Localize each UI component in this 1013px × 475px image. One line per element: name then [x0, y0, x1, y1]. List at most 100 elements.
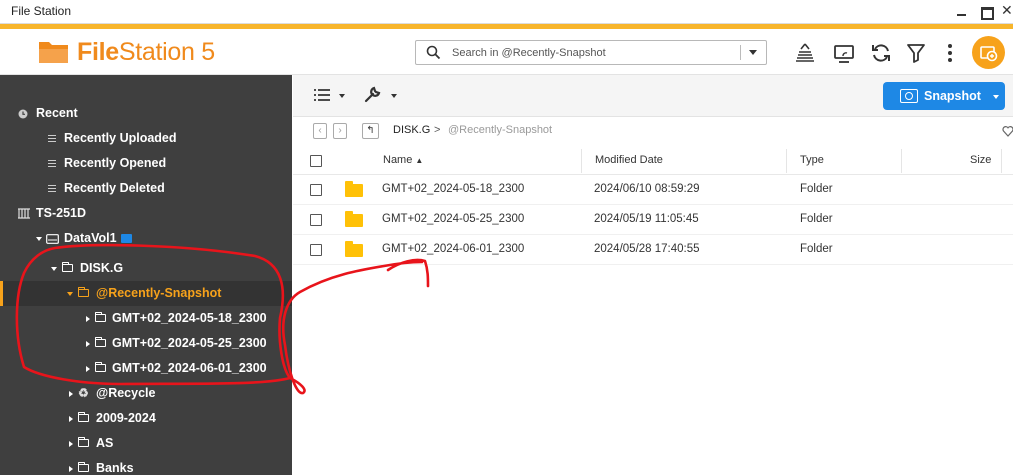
user-icon[interactable] [972, 36, 1005, 69]
row-modified: 2024/05/19 11:05:45 [594, 213, 699, 225]
collapsed-arrow-icon[interactable] [69, 441, 73, 447]
column-divider [786, 149, 787, 173]
row-name: GMT+02_2024-06-01_2300 [382, 243, 525, 255]
favorite-heart-icon[interactable] [1002, 125, 1013, 137]
tree-snapshot-2[interactable]: GMT+02_2024-05-25_2300 [0, 331, 292, 356]
parent-folder-button[interactable]: ↰ [362, 123, 379, 139]
table-row[interactable]: GMT+02_2024-05-25_2300 2024/05/19 11:05:… [293, 205, 1013, 235]
tree-recycle-label: @Recycle [96, 386, 156, 400]
search-input[interactable] [452, 45, 732, 61]
folder-icon [345, 211, 363, 227]
folder-tree-sidebar: Recent Recently Uploaded Recently Opened… [0, 75, 292, 475]
search-icon [426, 45, 441, 60]
collapsed-arrow-icon[interactable] [69, 391, 73, 397]
tree-folder-label: Banks [96, 461, 134, 475]
table-row[interactable]: GMT+02_2024-05-18_2300 2024/06/10 08:59:… [293, 175, 1013, 205]
breadcrumb-disk[interactable]: DISK.G [393, 124, 430, 136]
row-checkbox[interactable] [310, 184, 322, 196]
row-modified: 2024/06/10 08:59:29 [594, 183, 700, 195]
tree-recently-snapshot[interactable]: @Recently-Snapshot [0, 281, 292, 306]
forward-button[interactable]: › [333, 123, 347, 139]
media-streaming-icon[interactable] [832, 41, 856, 65]
window-titlebar: File Station [0, 0, 1013, 24]
row-name: GMT+02_2024-05-18_2300 [382, 183, 525, 195]
tree-recycle[interactable]: ♻ @Recycle [0, 381, 292, 406]
tree-folder-label: 2009-2024 [96, 411, 156, 425]
tree-folder-as[interactable]: AS [0, 431, 292, 456]
volume-status-icon [121, 234, 132, 243]
file-station-window: File Station FileStation 5 [0, 0, 1013, 475]
tree-device[interactable]: TS-251D [0, 201, 292, 226]
minimize-icon[interactable] [951, 2, 973, 22]
row-checkbox[interactable] [310, 244, 322, 256]
refresh-icon[interactable] [869, 41, 893, 65]
tools-button[interactable] [361, 85, 401, 107]
column-divider [901, 149, 902, 173]
search-options-chevron-icon[interactable] [749, 50, 757, 55]
expanded-arrow-icon[interactable] [51, 267, 57, 271]
collapsed-arrow-icon[interactable] [69, 466, 73, 472]
collapsed-arrow-icon[interactable] [86, 316, 90, 322]
tree-snapshot-3[interactable]: GMT+02_2024-06-01_2300 [0, 356, 292, 381]
snapshot-button-label: Snapshot [924, 89, 981, 103]
tree-volume-label: DataVol1 [64, 231, 117, 245]
tree-folder-label: AS [96, 436, 114, 450]
folder-icon [95, 337, 106, 347]
column-size-header[interactable]: Size [970, 154, 991, 166]
tree-folder-2009-2024[interactable]: 2009-2024 [0, 406, 292, 431]
main-toolbar: Snapshot [293, 75, 1013, 117]
breadcrumb-separator: > [434, 124, 441, 136]
tree-recent-label: Recent [36, 106, 78, 120]
table-row[interactable]: GMT+02_2024-06-01_2300 2024/05/28 17:40:… [293, 235, 1013, 265]
close-icon[interactable] [999, 2, 1013, 22]
tree-volume[interactable]: DataVol1 [0, 226, 292, 251]
column-type-header[interactable]: Type [800, 154, 824, 166]
snapshot-button[interactable]: Snapshot [883, 82, 1005, 110]
search-box[interactable] [415, 40, 767, 65]
tree-recently-uploaded[interactable]: Recently Uploaded [0, 126, 292, 151]
collapsed-arrow-icon[interactable] [86, 341, 90, 347]
list-icon [48, 185, 56, 192]
folder-icon [95, 312, 106, 322]
snapshot-camera-icon [900, 89, 918, 103]
folder-icon [345, 241, 363, 257]
column-name-label: Name [383, 154, 413, 166]
folder-icon [78, 412, 89, 422]
tree-folder-banks[interactable]: Banks [0, 456, 292, 475]
nas-device-icon [18, 208, 30, 219]
column-name-header[interactable]: Name ▲ [383, 154, 423, 166]
view-mode-button[interactable] [311, 85, 351, 107]
folder-icon [78, 437, 89, 447]
tree-snapshot-1[interactable]: GMT+02_2024-05-18_2300 [0, 306, 292, 331]
tree-recently-deleted-label: Recently Deleted [64, 181, 165, 195]
tree-recent[interactable]: Recent [0, 101, 292, 126]
tree-recently-uploaded-label: Recently Uploaded [64, 131, 177, 145]
recycle-icon: ♻ [78, 386, 89, 400]
tree-snapshot-label: GMT+02_2024-05-25_2300 [112, 336, 267, 350]
tree-recently-deleted[interactable]: Recently Deleted [0, 176, 292, 201]
upload-queue-icon[interactable] [793, 41, 817, 65]
row-checkbox[interactable] [310, 214, 322, 226]
filter-icon[interactable] [904, 41, 928, 65]
select-all-checkbox[interactable] [310, 155, 322, 167]
expanded-arrow-icon[interactable] [36, 237, 42, 241]
breadcrumb-current: @Recently-Snapshot [448, 124, 553, 136]
column-divider [581, 149, 582, 173]
column-divider [1001, 149, 1002, 173]
back-button[interactable]: ‹ [313, 123, 327, 139]
row-name: GMT+02_2024-05-25_2300 [382, 213, 525, 225]
expanded-arrow-icon[interactable] [67, 292, 73, 296]
tree-device-label: TS-251D [36, 206, 87, 220]
tree-share-disk-g[interactable]: DISK.G [0, 256, 292, 281]
more-vertical-icon[interactable] [938, 41, 962, 65]
column-modified-header[interactable]: Modified Date [595, 154, 663, 166]
list-view-icon [314, 89, 330, 101]
maximize-icon[interactable] [975, 2, 997, 22]
clock-icon [18, 109, 28, 119]
user-avatar-glyph-icon [980, 46, 998, 62]
collapsed-arrow-icon[interactable] [86, 366, 90, 372]
collapsed-arrow-icon[interactable] [69, 416, 73, 422]
tree-snapshot-label: GMT+02_2024-05-18_2300 [112, 311, 267, 325]
chevron-down-icon [339, 94, 345, 98]
tree-recently-opened[interactable]: Recently Opened [0, 151, 292, 176]
